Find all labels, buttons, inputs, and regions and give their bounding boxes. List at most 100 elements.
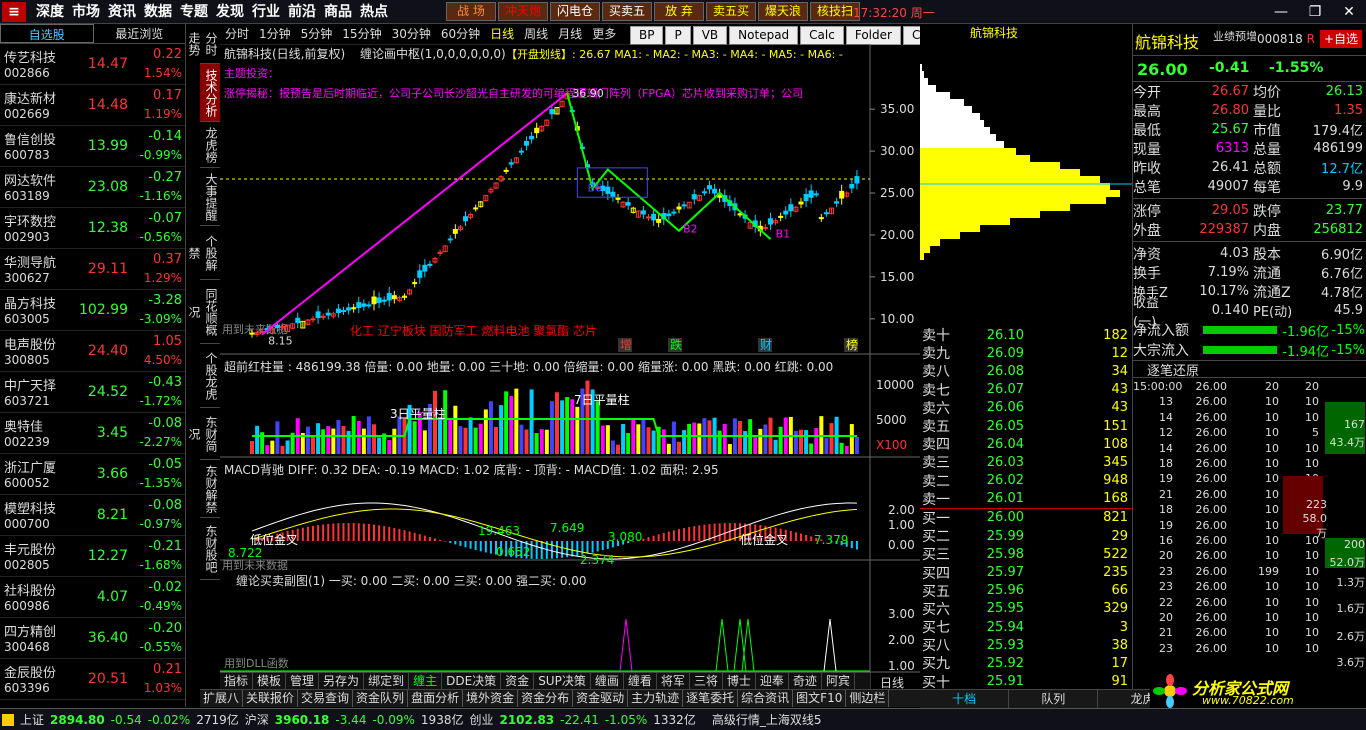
bid-row[interactable]: 买三 25.98 522 <box>920 545 1132 564</box>
function-tab-4[interactable]: 盘面分析 <box>408 690 464 707</box>
function-tab-11[interactable]: 图文F10 <box>793 690 847 707</box>
tool-button-0[interactable]: BP <box>630 26 664 45</box>
menu-item-0[interactable]: 深度 <box>32 2 68 22</box>
tool-button-4[interactable]: Calc <box>800 26 844 45</box>
watchlist-row[interactable]: 宇环数控 002903 12.38 -0.07 -0.56% <box>0 208 185 249</box>
indicator-tab-9[interactable]: 缠画 <box>591 673 624 689</box>
bid-row[interactable]: 买四 25.97 235 <box>920 563 1132 582</box>
watchlist-row[interactable]: 鲁信创投 600783 13.99 -0.14 -0.99% <box>0 126 185 167</box>
function-tab-7[interactable]: 资金驱动 <box>573 690 629 707</box>
quick-button-0[interactable]: 战 场 <box>446 2 496 21</box>
hs-label[interactable]: 沪深 <box>245 711 269 728</box>
tool-button-2[interactable]: VB <box>692 26 728 45</box>
bid-row[interactable]: 买九 25.92 17 <box>920 654 1132 673</box>
kline-chart[interactable]: 航锦科技(日线,前复权) 缠论画中枢(1,0,0,0,0,0,0) 【开盘划线】: … <box>220 44 920 692</box>
function-tab-5[interactable]: 境外资金 <box>463 690 519 707</box>
side-tab-6[interactable]: 个股龙虎 <box>200 344 220 408</box>
ask-row[interactable]: 卖九 26.09 12 <box>920 344 1132 363</box>
tick-header[interactable]: 逐笔还原 <box>1133 360 1366 379</box>
minimize-icon[interactable]: — <box>1268 2 1294 22</box>
bid-row[interactable]: 买六 25.95 329 <box>920 600 1132 618</box>
menu-item-1[interactable]: 市场 <box>68 2 104 22</box>
period-tab-2[interactable]: 5分钟 <box>296 25 338 43</box>
indicator-tab-12[interactable]: 三将 <box>690 673 723 689</box>
tick-list[interactable]: 15:00:00 26.00 20 20 13 26.00 10 10 14 26.00 10 10 1… <box>1133 378 1366 669</box>
period-tab-6[interactable]: 日线 <box>485 25 519 43</box>
tool-button-3[interactable]: Notepad <box>729 26 799 45</box>
side-tab-2[interactable]: 龙虎榜 <box>200 122 220 168</box>
function-tab-0[interactable]: 扩展八 <box>200 690 244 707</box>
indicator-tab-13[interactable]: 博士 <box>723 673 756 689</box>
menu-item-8[interactable]: 商品 <box>320 2 356 22</box>
watchlist-row[interactable]: 四方精创 300468 36.40 -0.20 -0.55% <box>0 618 185 659</box>
indicator-tab-4[interactable]: 绑定到 <box>364 673 410 689</box>
function-tab-9[interactable]: 逐笔委托 <box>683 690 739 707</box>
period-tab-0[interactable]: 分时 <box>220 25 254 43</box>
function-tab-12[interactable]: 侧边栏 <box>846 690 890 707</box>
indicator-tab-15[interactable]: 奇迹 <box>789 673 822 689</box>
indicator-tab-7[interactable]: 资金 <box>501 673 535 689</box>
ask-row[interactable]: 卖七 26.07 43 <box>920 381 1132 399</box>
indicator-tab-8[interactable]: SUP决策 <box>534 673 591 689</box>
quick-button-5[interactable]: 卖五买 <box>706 2 756 21</box>
menu-item-6[interactable]: 行业 <box>248 2 284 22</box>
watchlist-row[interactable]: 奥特佳 002239 3.45 -0.08 -2.27% <box>0 413 185 454</box>
bid-row[interactable]: 买七 25.94 3 <box>920 618 1132 637</box>
ask-row[interactable]: 卖六 26.06 43 <box>920 399 1132 417</box>
side-tab-0[interactable]: 分时走势 <box>187 24 220 64</box>
tool-button-1[interactable]: P <box>665 26 691 45</box>
bid-row[interactable]: 买二 25.99 29 <box>920 527 1132 546</box>
period-tab-3[interactable]: 15分钟 <box>337 25 386 43</box>
indicator-tab-3[interactable]: 另存为 <box>319 673 365 689</box>
ask-row[interactable]: 卖八 26.08 34 <box>920 362 1132 381</box>
quick-button-1[interactable]: 冲天炮 <box>498 2 548 21</box>
quick-button-6[interactable]: 爆天浪 <box>758 2 808 21</box>
menu-item-4[interactable]: 专题 <box>176 2 212 22</box>
ask-row[interactable]: 卖五 26.05 151 <box>920 417 1132 436</box>
restore-icon[interactable]: ❐ <box>1302 2 1328 22</box>
right-tab-0[interactable]: 十档 <box>920 690 1010 708</box>
cy-label[interactable]: 创业 <box>469 711 493 728</box>
side-tab-3[interactable]: 大事提醒 <box>200 168 220 226</box>
side-tab-1[interactable]: 技术分析 <box>200 64 220 122</box>
indicator-tab-14[interactable]: 迎奉 <box>756 673 789 689</box>
ask-row[interactable]: 卖三 26.03 345 <box>920 453 1132 472</box>
watchlist-row[interactable]: 康达新材 002669 14.48 0.17 1.19% <box>0 85 185 126</box>
function-tab-2[interactable]: 交易查询 <box>298 690 354 707</box>
watchlist-row[interactable]: 浙江广厦 600052 3.66 -0.05 -1.35% <box>0 454 185 495</box>
bid-row[interactable]: 买八 25.93 38 <box>920 636 1132 655</box>
close-icon[interactable]: ✕ <box>1336 2 1362 22</box>
period-tab-9[interactable]: 更多 <box>587 25 621 43</box>
watchlist-row[interactable]: 网达软件 603189 23.08 -0.27 -1.16% <box>0 167 185 208</box>
watchlist-row[interactable]: 晶方科技 603005 102.99 -3.28 -3.09% <box>0 290 185 331</box>
side-tab-7[interactable]: 东财简况 <box>187 408 220 460</box>
ask-row[interactable]: 卖二 26.02 948 <box>920 472 1132 490</box>
watchlist-row[interactable]: 社科股份 600986 4.07 -0.02 -0.49% <box>0 577 185 618</box>
menu-item-9[interactable]: 热点 <box>356 2 392 22</box>
ask-row[interactable]: 卖一 26.01 168 <box>920 490 1132 508</box>
function-tab-8[interactable]: 主力轨迹 <box>628 690 684 707</box>
watchlist-row[interactable]: 华测导航 300627 29.11 0.37 1.29% <box>0 249 185 290</box>
quick-button-2[interactable]: 闪电仓 <box>550 2 600 21</box>
quick-button-3[interactable]: 买卖五 <box>602 2 652 21</box>
watchlist-row[interactable]: 丰元股份 002805 12.27 -0.21 -1.68% <box>0 536 185 577</box>
period-tab-8[interactable]: 月线 <box>553 25 587 43</box>
function-tab-6[interactable]: 资金分布 <box>518 690 574 707</box>
menu-item-7[interactable]: 前沿 <box>284 2 320 22</box>
bid-row[interactable]: 买一 26.00 821 <box>920 509 1132 527</box>
watchlist-row[interactable]: 电声股份 300805 24.40 1.05 4.50% <box>0 331 185 372</box>
app-logo-icon[interactable]: ≡ <box>2 2 26 22</box>
function-tab-10[interactable]: 综合资讯 <box>738 690 794 707</box>
watchlist-tab-0[interactable]: 自选股 <box>0 24 94 43</box>
side-tab-9[interactable]: 东财股吧 <box>200 518 220 580</box>
tool-button-5[interactable]: Folder <box>845 26 901 45</box>
indicator-tab-2[interactable]: 管理 <box>286 673 320 689</box>
menu-item-5[interactable]: 发现 <box>212 2 248 22</box>
function-tab-3[interactable]: 资金队列 <box>353 690 409 707</box>
right-tab-1[interactable]: 队列 <box>1009 690 1099 708</box>
watchlist-row[interactable]: 中广天择 603721 24.52 -0.43 -1.72% <box>0 372 185 413</box>
watchlist-row[interactable]: 传艺科技 002866 14.47 0.22 1.54% <box>0 44 185 85</box>
indicator-tab-5[interactable]: 缠主 <box>409 673 443 689</box>
menu-item-3[interactable]: 数据 <box>140 2 176 22</box>
ask-row[interactable]: 卖十 26.10 182 <box>920 326 1132 345</box>
